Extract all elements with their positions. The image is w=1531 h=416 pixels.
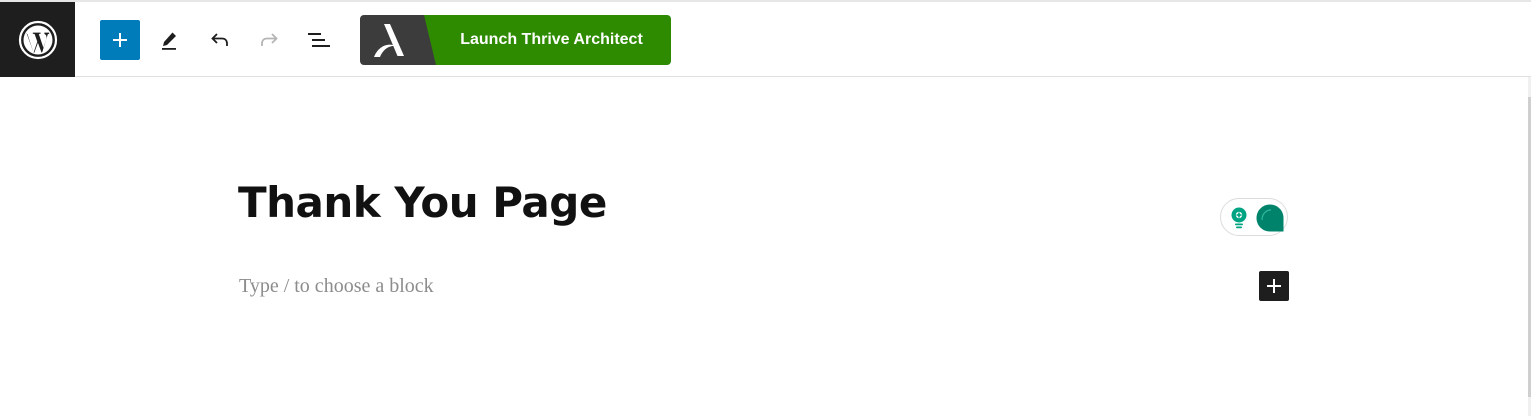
redo-button[interactable] <box>249 20 289 60</box>
thrive-logo-area <box>360 15 440 65</box>
writing-assistant-widget[interactable] <box>1220 198 1288 236</box>
inline-add-block-button[interactable] <box>1259 271 1289 301</box>
undo-icon <box>211 33 228 46</box>
thrive-button-label: Launch Thrive Architect <box>440 15 671 65</box>
undo-button[interactable] <box>200 20 240 60</box>
block-placeholder[interactable]: Type / to choose a block <box>239 275 434 298</box>
lightbulb-icon <box>1231 207 1247 229</box>
plus-icon <box>113 33 127 47</box>
document-overview-button[interactable] <box>299 20 339 60</box>
add-block-button[interactable] <box>100 20 140 60</box>
top-divider <box>0 0 1531 2</box>
post-title[interactable]: Thank You Page <box>238 178 607 227</box>
list-view-icon <box>308 33 330 47</box>
speech-bubble-icon <box>1256 204 1284 232</box>
editor-page: Launch Thrive Architect Thank You Page T… <box>0 0 1531 416</box>
plus-icon <box>1267 279 1281 293</box>
thrive-architect-logo-icon <box>374 15 440 65</box>
editor-toolbar: Launch Thrive Architect <box>0 0 1531 77</box>
launch-thrive-architect-button[interactable]: Launch Thrive Architect <box>360 15 671 65</box>
wordpress-logo-icon <box>18 20 57 59</box>
pencil-icon <box>162 32 176 50</box>
redo-icon <box>261 33 278 46</box>
wordpress-logo-button[interactable] <box>0 2 75 77</box>
tools-button[interactable] <box>149 20 189 60</box>
